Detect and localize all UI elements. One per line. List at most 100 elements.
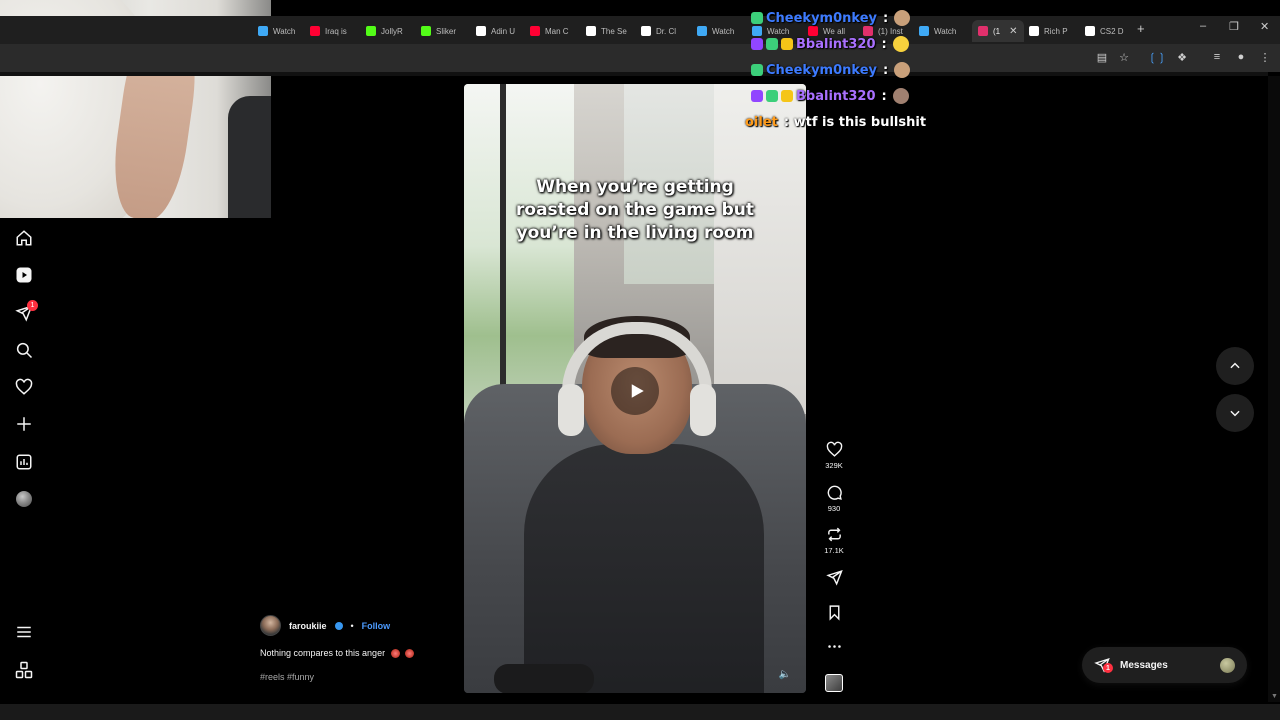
extension-audio-icon[interactable]: ❲❳ bbox=[1148, 50, 1166, 64]
play-button[interactable] bbox=[611, 367, 659, 415]
also-from-meta-icon[interactable] bbox=[15, 661, 33, 679]
ellipsis-icon bbox=[827, 645, 841, 648]
browser-tab[interactable]: Man C bbox=[530, 20, 569, 42]
window-close-button[interactable]: ✕ bbox=[1260, 20, 1269, 33]
chat-badge-icon bbox=[781, 90, 793, 102]
original-audio-thumbnail[interactable] bbox=[825, 674, 843, 692]
profile-avatar-icon[interactable]: ● bbox=[1234, 50, 1248, 64]
comment-button[interactable]: 930 bbox=[818, 484, 850, 513]
webcam-chair bbox=[228, 96, 271, 218]
browser-tab-label: Sliker bbox=[436, 26, 457, 36]
messages-badge: 1 bbox=[1103, 663, 1113, 673]
dashboard-icon[interactable] bbox=[15, 453, 33, 471]
browser-tab[interactable]: Sliker bbox=[421, 20, 456, 42]
browser-tab[interactable]: Watch bbox=[919, 20, 956, 42]
chat-emote-icon bbox=[892, 88, 909, 104]
youtube-icon bbox=[530, 26, 540, 36]
scroll-down-arrow-icon[interactable]: ▼ bbox=[1271, 693, 1278, 700]
follow-button[interactable]: Follow bbox=[362, 621, 391, 631]
chat-username: oilet bbox=[745, 114, 778, 130]
bookmark-icon bbox=[829, 605, 839, 621]
browser-tab[interactable]: Watch bbox=[258, 20, 295, 42]
reel-description: Nothing compares to this anger bbox=[260, 648, 415, 659]
home-icon[interactable] bbox=[15, 229, 33, 247]
chat-emote-icon bbox=[894, 10, 911, 26]
browser-tab[interactable]: Dr. Cl bbox=[641, 20, 676, 42]
chat-text: : bbox=[882, 62, 889, 78]
direct-messages-icon[interactable]: 1 bbox=[15, 300, 38, 322]
twitch-icon bbox=[697, 26, 707, 36]
video-caption: When you’re getting roasted on the game … bbox=[516, 177, 754, 243]
page-scrollbar[interactable]: ▼ bbox=[1268, 76, 1280, 702]
more-options-button[interactable] bbox=[818, 638, 850, 655]
chat-emote-icon bbox=[892, 36, 909, 52]
browser-tab[interactable]: (1 ✕ bbox=[972, 20, 1024, 42]
browser-tab[interactable]: Adin U bbox=[476, 20, 515, 42]
notifications-badge: 1 bbox=[27, 300, 38, 311]
chat-badge-icon bbox=[781, 38, 793, 50]
heart-icon bbox=[826, 441, 842, 457]
messages-button[interactable]: 1 Messages bbox=[1082, 647, 1247, 683]
mute-icon[interactable]: 🔈 bbox=[777, 666, 793, 682]
video-headphone-cup-left bbox=[558, 384, 584, 436]
author-username[interactable]: faroukiie bbox=[289, 621, 327, 631]
repost-count: 17.1K bbox=[824, 546, 844, 555]
twitch-icon bbox=[258, 26, 268, 36]
tiktok-icon bbox=[1085, 26, 1095, 36]
share-icon bbox=[825, 570, 843, 586]
chat-username: Cheekym0nkey bbox=[766, 62, 877, 78]
extensions-puzzle-icon[interactable]: ❖ bbox=[1175, 50, 1189, 64]
chevron-up-icon bbox=[1230, 362, 1240, 369]
more-menu-icon[interactable] bbox=[15, 623, 33, 641]
video-controller bbox=[494, 664, 594, 693]
chat-message: Bbalint320: bbox=[751, 34, 909, 54]
browser-tab[interactable]: Rich P bbox=[1029, 20, 1068, 42]
comment-count: 930 bbox=[827, 504, 841, 513]
repost-icon bbox=[827, 527, 841, 542]
next-reel-button[interactable] bbox=[1216, 394, 1254, 432]
browser-tab-label: (1 bbox=[993, 26, 1001, 36]
share-button[interactable] bbox=[818, 569, 850, 586]
youtube-icon bbox=[310, 26, 320, 36]
chat-message: oilet : wtf is this bullshit bbox=[745, 112, 926, 132]
twitch-icon bbox=[919, 26, 929, 36]
reel-hashtags[interactable]: #reels #funny bbox=[260, 672, 314, 682]
x-icon bbox=[586, 26, 596, 36]
browser-tab[interactable]: The Se bbox=[586, 20, 627, 42]
like-button[interactable]: 329K bbox=[818, 441, 850, 470]
browser-tab-label: Rich P bbox=[1044, 26, 1068, 36]
minimize-button[interactable]: – bbox=[1200, 20, 1206, 32]
create-plus-icon[interactable] bbox=[15, 415, 33, 433]
bottom-edge bbox=[0, 704, 1280, 720]
browser-tab[interactable]: Iraq is bbox=[310, 20, 347, 42]
heart-icon[interactable] bbox=[15, 378, 33, 396]
bookmark-star-icon[interactable]: ☆ bbox=[1117, 50, 1131, 64]
x-icon bbox=[641, 26, 651, 36]
reels-icon[interactable] bbox=[15, 266, 33, 284]
browser-menu-icon[interactable]: ⋮ bbox=[1258, 50, 1272, 64]
chat-text: : bbox=[881, 88, 887, 104]
chat-text: : wtf is this bullshit bbox=[783, 114, 927, 130]
chat-message: Cheekym0nkey: bbox=[751, 60, 911, 80]
browser-tab[interactable]: CS2 D bbox=[1085, 20, 1124, 42]
save-button[interactable] bbox=[818, 604, 850, 621]
reel-video[interactable]: When you’re getting roasted on the game … bbox=[464, 84, 806, 693]
repost-button[interactable]: 17.1K bbox=[818, 526, 850, 555]
chat-badge-icon bbox=[766, 38, 778, 50]
like-count: 329K bbox=[825, 461, 843, 470]
play-icon bbox=[631, 384, 644, 398]
browser-tab[interactable]: Watch bbox=[697, 20, 734, 42]
restore-button[interactable]: ❐ bbox=[1229, 20, 1239, 33]
install-app-icon[interactable]: ▤ bbox=[1095, 50, 1109, 64]
profile-avatar[interactable] bbox=[16, 491, 32, 507]
previous-reel-button[interactable] bbox=[1216, 347, 1254, 385]
chat-badge-icon bbox=[751, 90, 763, 102]
tab-close-icon[interactable]: ✕ bbox=[1009, 26, 1017, 37]
new-tab-button[interactable]: + bbox=[1137, 21, 1145, 36]
search-icon[interactable] bbox=[15, 341, 33, 359]
author-avatar[interactable] bbox=[260, 615, 281, 636]
media-controls-icon[interactable]: ≡ bbox=[1210, 50, 1224, 64]
browser-tab[interactable]: JollyR bbox=[366, 20, 403, 42]
chat-message: Bbalint320: bbox=[751, 86, 909, 106]
messages-label: Messages bbox=[1120, 659, 1168, 671]
